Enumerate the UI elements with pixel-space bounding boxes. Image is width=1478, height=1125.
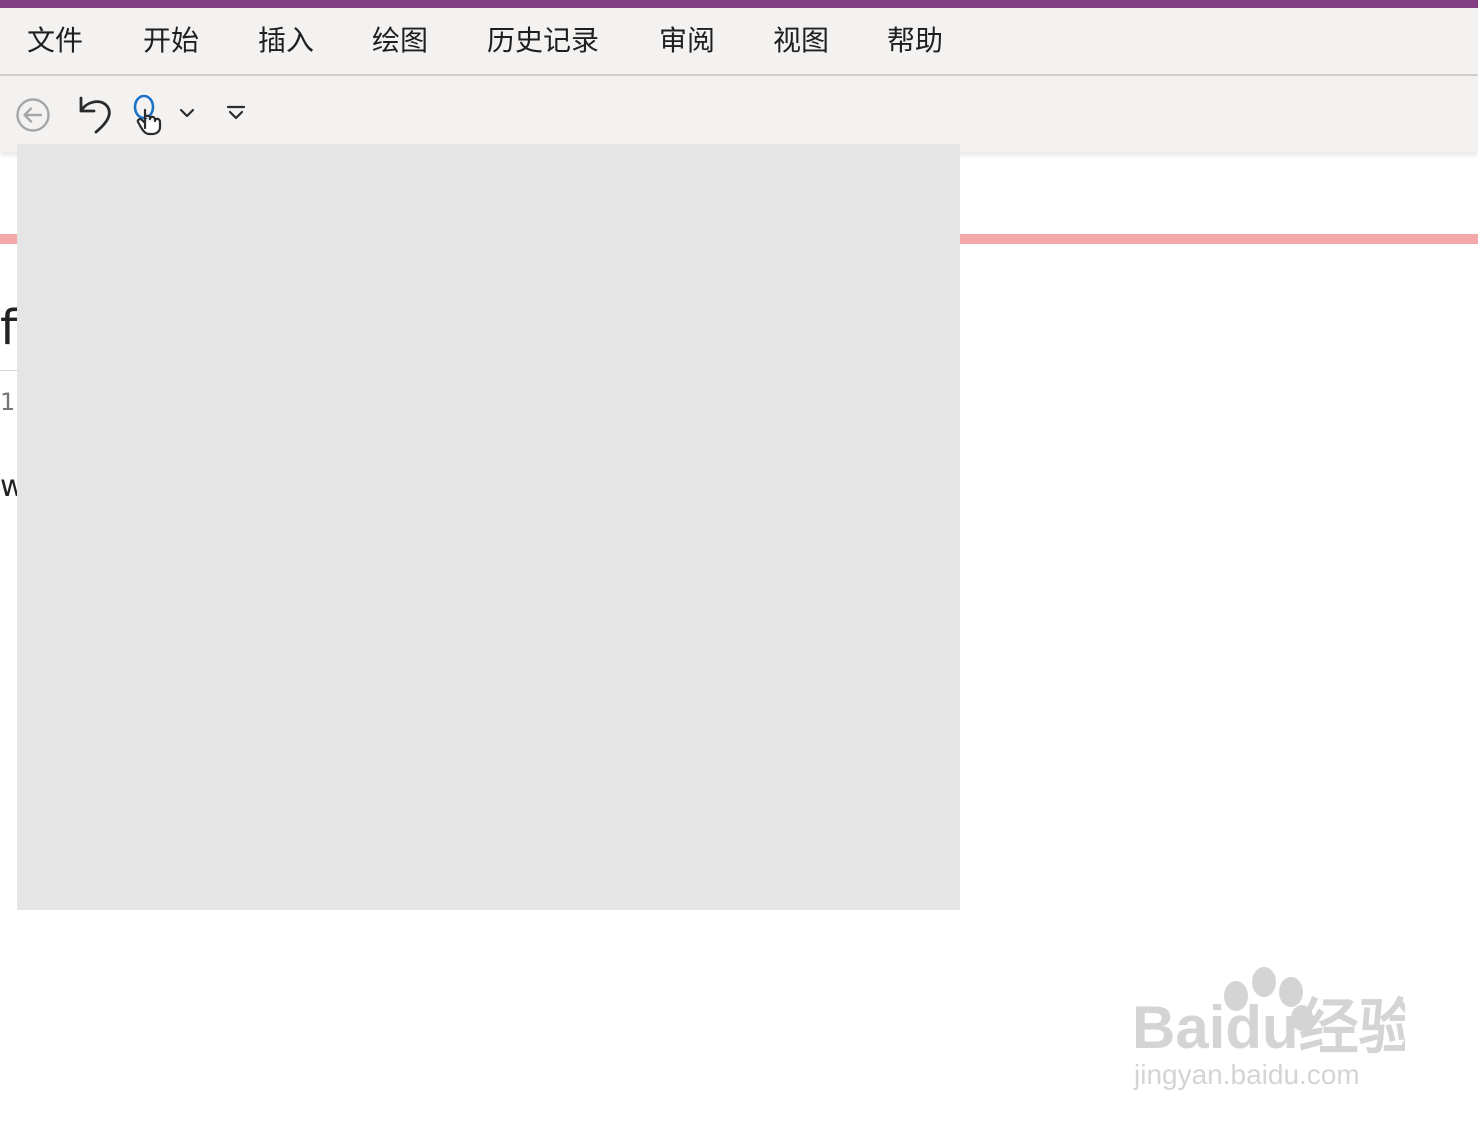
- menu-home[interactable]: 开始: [143, 8, 199, 74]
- page-title[interactable]: ff: [0, 298, 17, 358]
- menu-draw[interactable]: 绘图: [372, 8, 428, 74]
- quick-access-toolbar: [0, 76, 1478, 152]
- title-underline: [0, 370, 17, 371]
- onenote-window: 文件 开始 插入 绘图 历史记录 审阅 视图 帮助 ff 1:: [0, 0, 1478, 1125]
- watermark-brand: Baidu经验: [1132, 994, 1405, 1061]
- page-date: 1:: [0, 388, 17, 416]
- menu-insert[interactable]: 插入: [258, 8, 314, 74]
- blank-overlay-panel: [17, 144, 960, 910]
- page-body-text[interactable]: w: [0, 470, 17, 504]
- watermark-url: jingyan.baidu.com: [1133, 1059, 1360, 1090]
- menu-help[interactable]: 帮助: [887, 8, 943, 74]
- back-arrow-icon[interactable]: [14, 96, 52, 134]
- ribbon-menu-bar: 文件 开始 插入 绘图 历史记录 审阅 视图 帮助: [0, 8, 1478, 76]
- customize-toolbar-icon[interactable]: [226, 104, 246, 122]
- app-accent-bar: [0, 0, 1478, 8]
- touch-mouse-mode-icon[interactable]: [130, 94, 166, 136]
- menu-review[interactable]: 审阅: [659, 8, 715, 74]
- menu-file[interactable]: 文件: [27, 8, 83, 74]
- chevron-down-icon[interactable]: [178, 106, 196, 120]
- undo-icon[interactable]: [74, 92, 116, 136]
- menu-view[interactable]: 视图: [773, 8, 829, 74]
- menu-history[interactable]: 历史记录: [487, 8, 599, 74]
- watermark-logo: Baidu经验 jingyan.baidu.com: [1132, 967, 1405, 1090]
